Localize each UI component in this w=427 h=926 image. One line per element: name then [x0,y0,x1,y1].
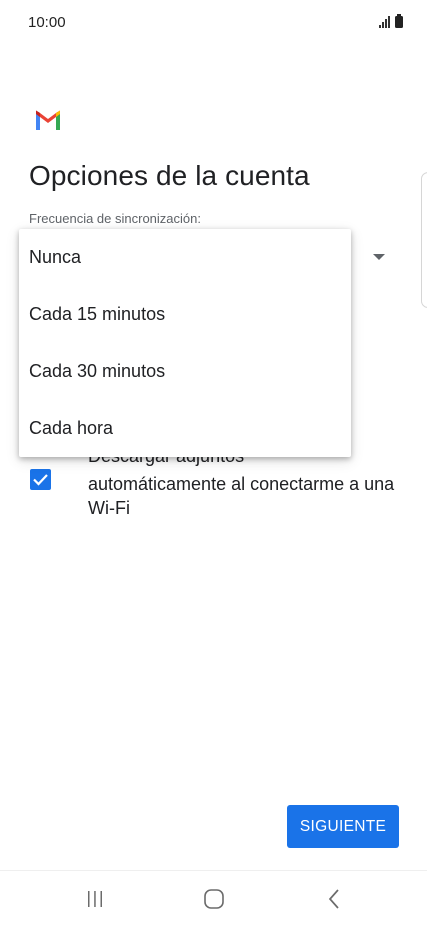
home-button[interactable] [194,883,234,915]
download-option-text: automáticamente al conectarme a una Wi-F… [88,448,398,520]
sync-frequency-menu: Nunca Cada 15 minutos Cada 30 minutos Ca… [19,229,351,457]
home-icon [204,889,224,909]
gmail-logo-icon [36,110,60,130]
page-title: Opciones de la cuenta [29,160,310,191]
checkmark-icon [33,474,48,486]
download-option-description: automáticamente al conectarme a una Wi-F… [88,474,395,518]
menu-item-hourly[interactable]: Cada hora [19,400,351,457]
recents-button[interactable] [75,883,115,915]
next-button[interactable]: SIGUIENTE [287,805,399,848]
menu-item-never[interactable]: Nunca [19,229,351,286]
menu-item-30-minutes[interactable]: Cada 30 minutos [19,343,351,400]
battery-icon [395,14,403,28]
signal-icon [379,16,390,28]
screen: 10:00 Opciones de la cuenta Frecuencia d… [0,0,427,926]
recents-icon [88,891,102,907]
sync-frequency-label: Frecuencia de sincronización: [29,211,201,226]
dropdown-arrow-icon[interactable] [373,254,385,260]
download-attachments-checkbox[interactable] [30,469,51,490]
menu-item-15-minutes[interactable]: Cada 15 minutos [19,286,351,343]
status-bar: 10:00 [0,0,427,44]
side-panel-handle[interactable] [421,172,427,308]
status-time: 10:00 [28,14,66,31]
navigation-bar [0,870,427,926]
back-icon [328,889,339,909]
status-icons [379,14,403,28]
back-button[interactable] [314,883,354,915]
